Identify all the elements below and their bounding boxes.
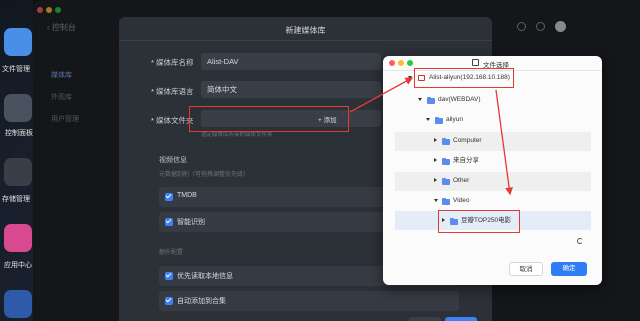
arrow-root-to-selected [495,89,513,196]
arrow-add-to-root [349,77,414,113]
annotation-arrows [349,77,513,196]
